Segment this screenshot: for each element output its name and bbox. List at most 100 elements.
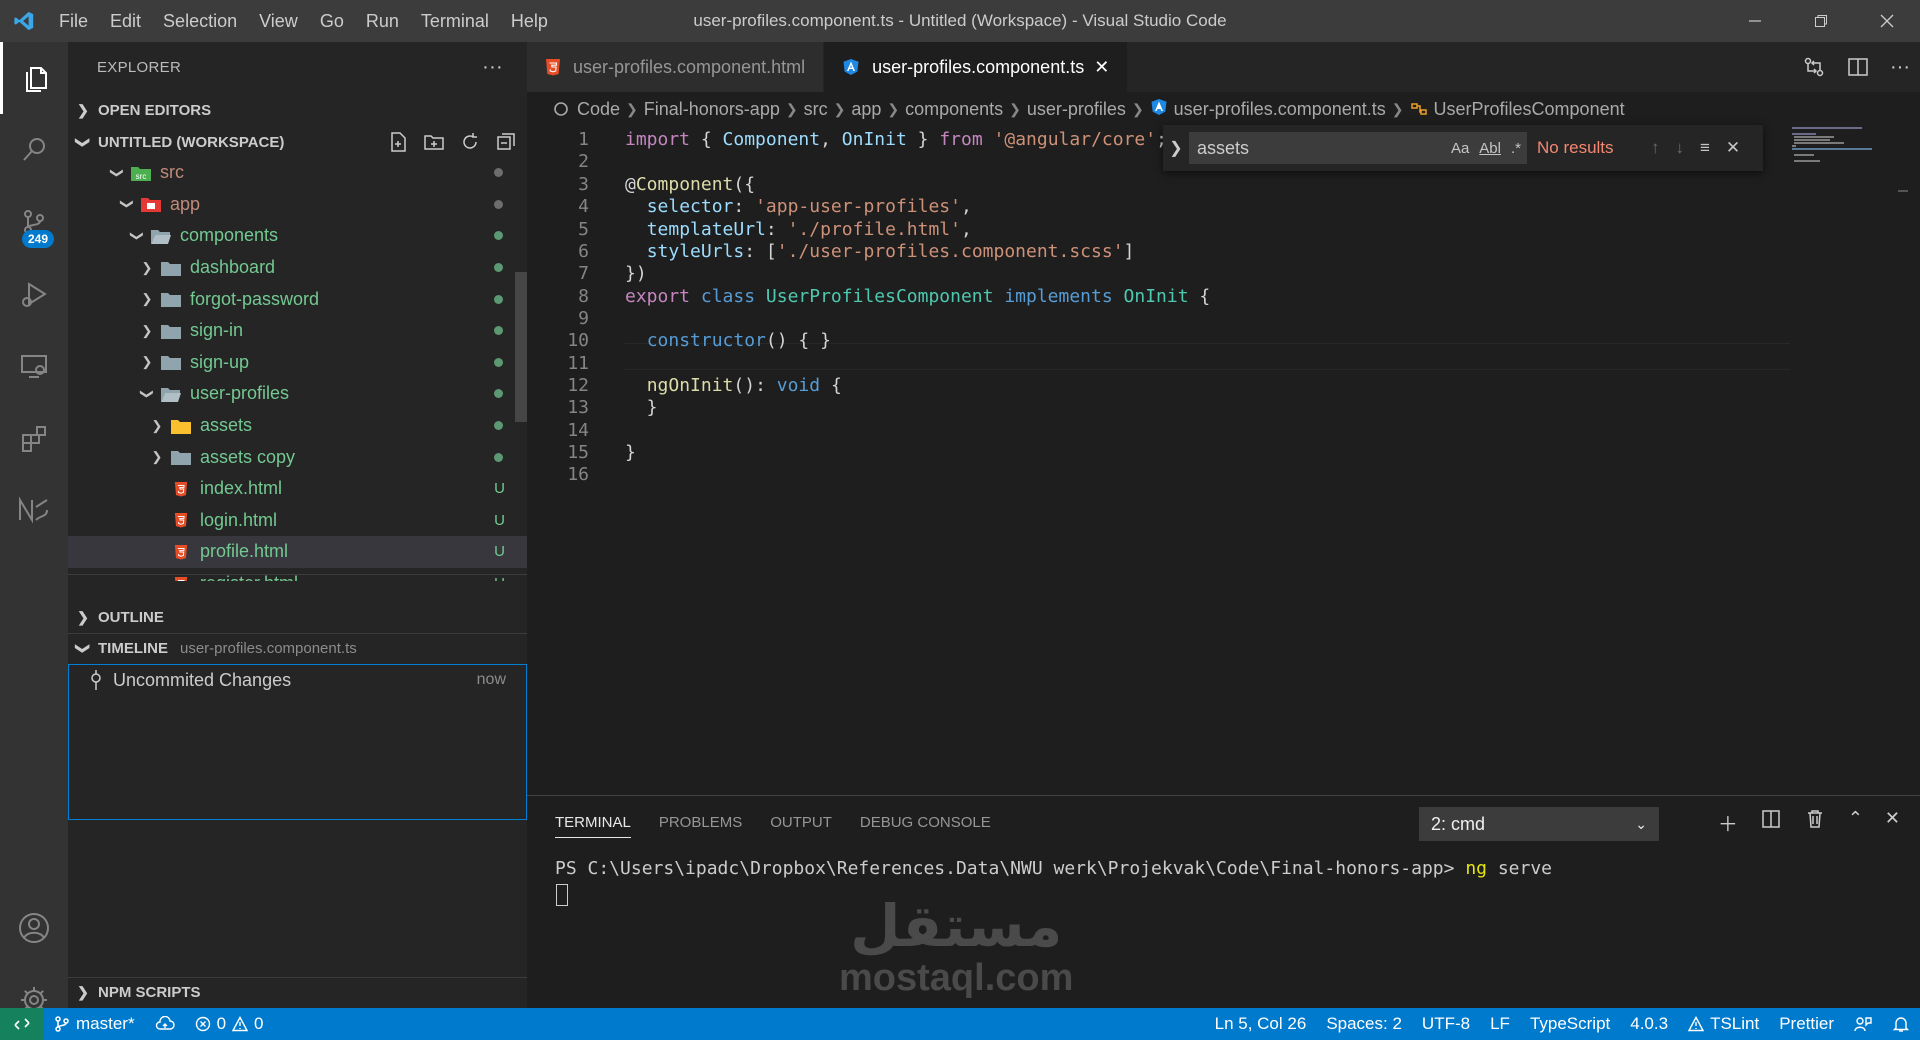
minimap[interactable] — [1790, 125, 1908, 195]
npm-scripts-section[interactable]: ❯ NPM SCRIPTS — [68, 977, 527, 1007]
open-editors-section[interactable]: ❯ OPEN EDITORS — [68, 95, 527, 125]
run-debug-icon[interactable] — [0, 258, 68, 330]
tab-user-profiles-html[interactable]: user-profiles.component.html — [527, 42, 825, 92]
close-window-button[interactable] — [1854, 0, 1920, 42]
problems-status[interactable]: 0 0 — [185, 1014, 274, 1034]
tree-item[interactable]: login.html U — [68, 505, 527, 537]
code-editor[interactable]: 1 import { Component, OnInit } from '@ang… — [527, 125, 1920, 795]
sync-status[interactable] — [145, 1016, 185, 1032]
timeline-item[interactable]: Uncommited Changes now — [69, 665, 526, 695]
new-folder-icon[interactable] — [423, 131, 445, 153]
notifications-bell-icon[interactable] — [1882, 1015, 1920, 1033]
terminal-output[interactable]: PS C:\Users\ipadc\Dropbox\References.Dat… — [555, 858, 1552, 879]
nx-console-icon[interactable] — [0, 474, 68, 546]
more-actions-icon[interactable]: ··· — [482, 56, 503, 79]
feedback-icon[interactable] — [1844, 1015, 1882, 1033]
panel-tab-debug-console[interactable]: DEBUG CONSOLE — [860, 814, 991, 831]
breadcrumb-item[interactable]: src — [804, 99, 828, 120]
more-editor-actions-icon[interactable]: ··· — [1890, 56, 1910, 79]
breadcrumb-item[interactable]: components — [905, 99, 1003, 120]
accounts-icon[interactable] — [0, 892, 68, 964]
tree-item[interactable]: ❯ forgot-password — [68, 283, 527, 315]
refresh-icon[interactable] — [459, 131, 481, 153]
breadcrumb-separator-icon: ❯ — [833, 100, 846, 117]
explorer-icon[interactable] — [0, 42, 68, 114]
branch-status[interactable]: master* — [44, 1014, 145, 1034]
panel-tab-problems[interactable]: PROBLEMS — [659, 814, 742, 831]
open-changes-icon[interactable] — [1802, 55, 1826, 79]
regex-toggle[interactable]: .* — [1511, 140, 1521, 157]
menu-run[interactable]: Run — [355, 0, 410, 42]
sidebar-scrollbar[interactable] — [515, 272, 527, 422]
breadcrumb-item[interactable]: Final-honors-app — [644, 99, 780, 120]
whole-word-toggle[interactable]: Abl — [1479, 140, 1501, 157]
previous-match-icon[interactable]: ↑ — [1651, 138, 1660, 158]
minimize-button[interactable] — [1722, 0, 1788, 42]
outline-section[interactable]: ❯ OUTLINE — [68, 602, 527, 632]
remote-explorer-icon[interactable] — [0, 330, 68, 402]
breadcrumb-item[interactable]: UserProfilesComponent — [1434, 99, 1625, 120]
menu-edit[interactable]: Edit — [99, 0, 152, 42]
new-terminal-icon[interactable]: ＋ — [1718, 808, 1738, 837]
panel-tab-terminal[interactable]: TERMINAL — [555, 814, 631, 838]
menu-help[interactable]: Help — [500, 0, 559, 42]
remote-indicator-icon[interactable] — [0, 1008, 44, 1040]
terminal-select[interactable]: 2: cmd ⌄ — [1419, 807, 1659, 841]
kill-terminal-icon[interactable] — [1804, 808, 1826, 830]
tslint-status[interactable]: TSLint — [1678, 1014, 1769, 1034]
tree-item[interactable]: profile.html U — [68, 536, 527, 568]
panel-actions: ＋ ⌃ ✕ — [1718, 808, 1900, 837]
indentation[interactable]: Spaces: 2 — [1316, 1014, 1412, 1034]
menu-terminal[interactable]: Terminal — [410, 0, 500, 42]
breadcrumb-item[interactable]: app — [851, 99, 881, 120]
collapse-all-icon[interactable] — [495, 131, 517, 153]
language-mode[interactable]: TypeScript — [1520, 1014, 1620, 1034]
toggle-replace-icon[interactable]: ❯ — [1163, 138, 1189, 158]
tree-item[interactable]: ❯ assets — [68, 410, 527, 442]
tree-item[interactable]: ❯ app — [68, 189, 527, 221]
split-editor-icon[interactable] — [1846, 55, 1870, 79]
restore-button[interactable] — [1788, 0, 1854, 42]
menu-view[interactable]: View — [248, 0, 309, 42]
tree-item[interactable]: ❯ assets copy — [68, 441, 527, 473]
end-of-line[interactable]: LF — [1480, 1014, 1520, 1034]
extensions-icon[interactable] — [0, 402, 68, 474]
panel-tab-output[interactable]: OUTPUT — [770, 814, 832, 831]
tab-user-profiles-ts[interactable]: user-profiles.component.ts ✕ — [824, 42, 1129, 92]
tree-item[interactable]: ❯ dashboard — [68, 252, 527, 284]
html-file-icon — [168, 543, 194, 561]
maximize-panel-icon[interactable]: ⌃ — [1848, 808, 1863, 837]
tree-item[interactable]: index.html U — [68, 473, 527, 505]
find-input[interactable]: assets Aa Abl .* — [1189, 132, 1527, 164]
menu-go[interactable]: Go — [309, 0, 355, 42]
prettier-status[interactable]: Prettier — [1769, 1014, 1844, 1034]
tree-item[interactable]: ❯ sign-in — [68, 315, 527, 347]
split-terminal-icon[interactable] — [1760, 808, 1782, 830]
menu-selection[interactable]: Selection — [152, 0, 248, 42]
breadcrumb-item[interactable]: user-profiles.component.ts — [1174, 99, 1386, 120]
tree-item[interactable]: ❯ components — [68, 220, 527, 252]
search-icon[interactable] — [0, 114, 68, 186]
close-find-icon[interactable]: ✕ — [1726, 138, 1740, 158]
new-file-icon[interactable] — [387, 131, 409, 153]
tree-item[interactable]: ❯ src src — [68, 157, 527, 189]
ts-version[interactable]: 4.0.3 — [1620, 1014, 1678, 1034]
workspace-section[interactable]: ❯ UNTITLED (WORKSPACE) — [68, 127, 527, 157]
encoding[interactable]: UTF-8 — [1412, 1014, 1480, 1034]
close-panel-icon[interactable]: ✕ — [1885, 808, 1900, 837]
close-tab-icon[interactable]: ✕ — [1094, 57, 1109, 78]
timeline-section[interactable]: ❯ TIMELINE user-profiles.component.ts — [68, 633, 527, 663]
source-control-icon[interactable]: 249 — [0, 186, 68, 258]
menu-file[interactable]: File — [48, 0, 99, 42]
tree-item[interactable]: ❯ sign-up — [68, 347, 527, 379]
match-case-toggle[interactable]: Aa — [1451, 140, 1469, 157]
breadcrumb-item[interactable]: user-profiles — [1027, 99, 1126, 120]
workspace-label: UNTITLED (WORKSPACE) — [98, 133, 285, 151]
line-number: 5 — [578, 218, 589, 240]
find-in-selection-icon[interactable]: ≡ — [1700, 138, 1710, 158]
tree-item[interactable]: ❯ user-profiles — [68, 378, 527, 410]
breadcrumb-item[interactable]: Code — [577, 99, 620, 120]
source-control-badge: 249 — [22, 230, 55, 248]
cursor-position[interactable]: Ln 5, Col 26 — [1205, 1014, 1317, 1034]
next-match-icon[interactable]: ↓ — [1676, 138, 1685, 158]
